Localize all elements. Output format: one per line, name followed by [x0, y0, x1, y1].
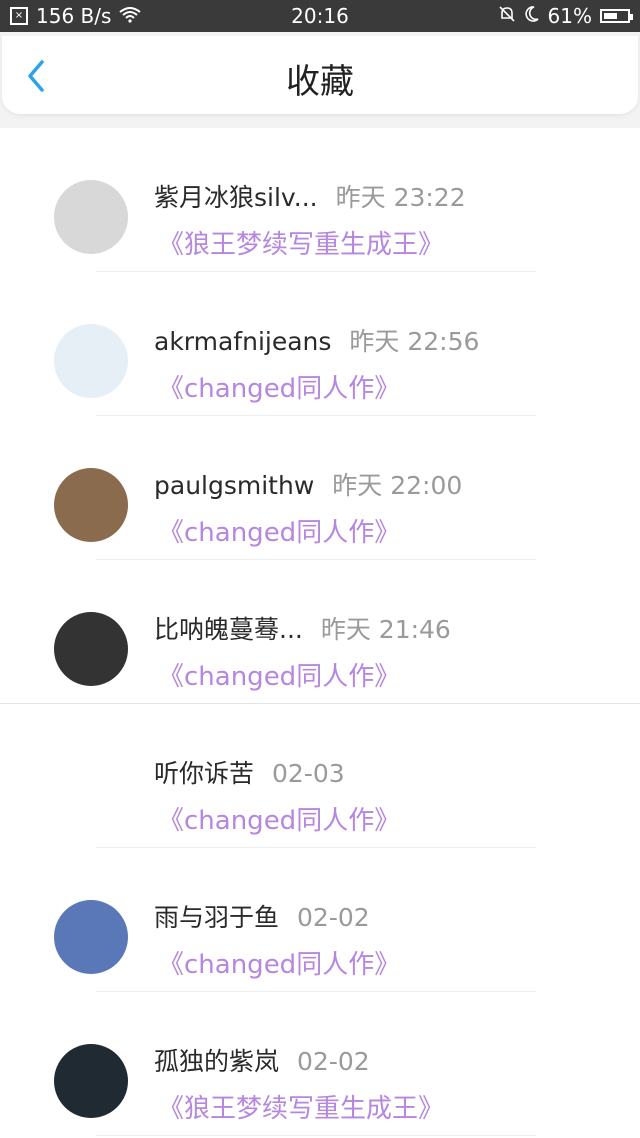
avatar[interactable]: [54, 324, 128, 398]
username: paulgsmithw 昨天 22:00: [154, 471, 463, 500]
list-item[interactable]: 听你诉苦 02-03 《changed同人作》: [0, 704, 640, 848]
status-bar: × 156 B/s 20:16 61%: [0, 0, 640, 32]
username: 紫月冰狼silv... 昨天 23:22: [154, 183, 466, 212]
list-item[interactable]: 孤独的紫岚 02-02 《狼王梦续写重生成王》: [0, 992, 640, 1136]
list-item[interactable]: paulgsmithw 昨天 22:00 《changed同人作》: [0, 416, 640, 560]
book-title-link[interactable]: 《changed同人作》: [158, 800, 400, 837]
book-title-link[interactable]: 《狼王梦续写重生成王》: [158, 1088, 444, 1125]
avatar[interactable]: [54, 468, 128, 542]
divider: [96, 1135, 536, 1136]
moon-icon: [524, 4, 540, 28]
timestamp: 昨天 22:00: [332, 471, 463, 500]
timestamp: 昨天 22:56: [349, 327, 480, 356]
avatar[interactable]: [54, 1044, 128, 1118]
username: 孤独的紫岚 02-02: [154, 1047, 370, 1076]
battery-percent: 61%: [547, 4, 592, 28]
timestamp: 02-02: [297, 903, 370, 932]
list-item[interactable]: 雨与羽于鱼 02-02 《changed同人作》: [0, 848, 640, 992]
header-bar: 收藏: [2, 36, 638, 114]
mute-bell-icon: [498, 4, 516, 28]
avatar[interactable]: [54, 756, 128, 830]
book-title-link[interactable]: 《狼王梦续写重生成王》: [158, 224, 444, 261]
timestamp: 02-02: [297, 1047, 370, 1076]
favorites-list: 紫月冰狼silv... 昨天 23:22 《狼王梦续写重生成王》 akrmafnije…: [0, 128, 640, 1138]
avatar[interactable]: [54, 612, 128, 686]
username: akrmafnijeans 昨天 22:56: [154, 327, 480, 356]
username: 听你诉苦 02-03: [154, 759, 345, 788]
book-title-link[interactable]: 《changed同人作》: [158, 944, 400, 981]
list-item[interactable]: 紫月冰狼silv... 昨天 23:22 《狼王梦续写重生成王》: [0, 128, 640, 272]
book-title-link[interactable]: 《changed同人作》: [158, 368, 400, 405]
timestamp: 02-03: [272, 759, 345, 788]
status-right: 61%: [498, 4, 633, 28]
book-title-link[interactable]: 《changed同人作》: [158, 512, 400, 549]
battery-icon: [600, 9, 633, 23]
timestamp: 昨天 23:22: [335, 183, 466, 212]
avatar[interactable]: [54, 900, 128, 974]
timestamp: 昨天 21:46: [320, 615, 451, 644]
page-title: 收藏: [286, 62, 354, 102]
username: 雨与羽于鱼 02-02: [154, 903, 370, 932]
book-title-link[interactable]: 《changed同人作》: [158, 656, 400, 693]
list-item[interactable]: 比呐魄蔓蓦... 昨天 21:46 《changed同人作》: [0, 560, 640, 704]
username: 比呐魄蔓蓦... 昨天 21:46: [154, 615, 451, 644]
avatar[interactable]: [54, 180, 128, 254]
list-item[interactable]: akrmafnijeans 昨天 22:56 《changed同人作》: [0, 272, 640, 416]
